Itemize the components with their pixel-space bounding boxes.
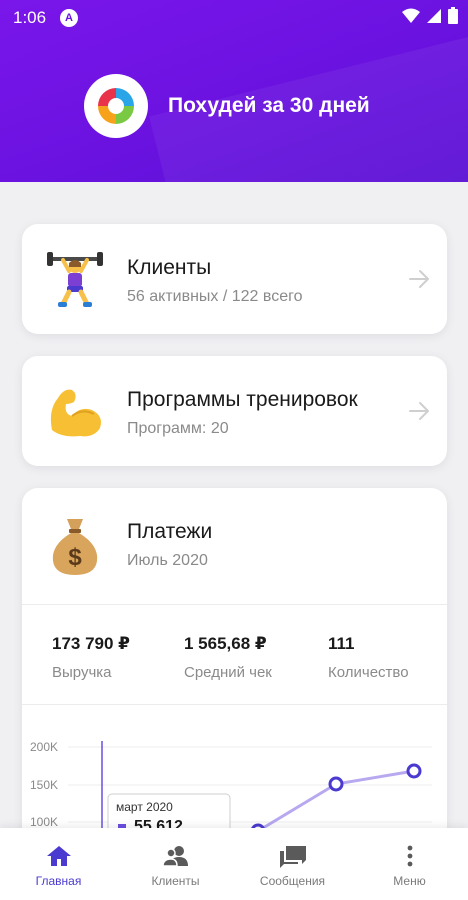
bottom-navigation: Главная Клиенты Сообщения Меню <box>0 828 468 900</box>
divider <box>22 704 447 705</box>
stat-count: 111 Количество <box>328 634 409 681</box>
stat-average-value: 1 565,68 ₽ <box>184 634 267 653</box>
stat-average-check: 1 565,68 ₽ Средний чек <box>184 634 272 681</box>
payments-chart[interactable]: 200K 150K 100K март 2020 55 612 <box>22 706 447 831</box>
programs-subtitle: Программ: 20 <box>127 420 229 437</box>
nav-home[interactable]: Главная <box>0 828 117 900</box>
clients-title: Клиенты <box>127 256 212 279</box>
y-tick-label: 150K <box>30 778 58 792</box>
stat-average-label: Средний чек <box>184 664 272 681</box>
weightlifter-icon <box>44 248 106 310</box>
battery-icon <box>448 7 458 24</box>
clients-icon <box>161 846 188 867</box>
chevron-right-icon[interactable] <box>407 399 431 423</box>
signal-icon <box>427 8 441 23</box>
y-tick-label: 200K <box>30 740 58 754</box>
stat-revenue: 173 790 ₽ Выручка <box>52 634 130 681</box>
brand: Похудей за 30 дней <box>84 74 370 138</box>
status-bar: 1:06 A <box>0 0 468 34</box>
app-logo <box>84 74 148 138</box>
data-point[interactable] <box>328 776 344 792</box>
status-app-icon: A <box>60 9 78 27</box>
programs-card[interactable]: Программы тренировок Программ: 20 <box>22 356 447 466</box>
stat-revenue-label: Выручка <box>52 664 112 681</box>
nav-clients[interactable]: Клиенты <box>117 828 234 900</box>
stat-count-value: 111 <box>328 634 355 653</box>
clients-card[interactable]: Клиенты 56 активных / 122 всего <box>22 224 447 334</box>
divider <box>22 604 447 605</box>
chart-tooltip: март 2020 55 612 <box>107 793 231 831</box>
nav-messages[interactable]: Сообщения <box>234 828 351 900</box>
clients-subtitle: 56 активных / 122 всего <box>127 288 303 305</box>
money-bag-icon: $ <box>44 515 106 577</box>
flexed-biceps-icon <box>44 380 106 442</box>
messages-icon <box>279 846 306 868</box>
stat-count-label: Количество <box>328 664 409 681</box>
chevron-right-icon[interactable] <box>407 267 431 291</box>
wifi-icon <box>402 8 420 23</box>
app-title: Похудей за 30 дней <box>168 94 370 117</box>
nav-messages-label: Сообщения <box>259 874 326 888</box>
data-point[interactable] <box>406 763 422 779</box>
status-time: 1:06 <box>13 8 47 27</box>
payments-title: Платежи <box>127 520 213 543</box>
app-header: 1:06 A Похудей за 30 дней <box>0 0 468 182</box>
home-icon <box>46 846 71 866</box>
payments-subtitle: Июль 2020 <box>127 552 208 569</box>
nav-menu-label: Меню <box>393 874 426 888</box>
logo-swirl-icon <box>98 88 134 124</box>
stat-revenue-value: 173 790 ₽ <box>52 634 131 653</box>
status-icons <box>402 7 458 24</box>
more-icon <box>407 845 412 867</box>
nav-menu[interactable]: Меню <box>351 828 468 900</box>
nav-clients-label: Клиенты <box>151 874 200 888</box>
y-tick-label: 100K <box>30 815 58 829</box>
tooltip-label: март 2020 <box>116 800 173 814</box>
programs-title: Программы тренировок <box>127 388 358 411</box>
svg-text:$: $ <box>68 544 82 571</box>
nav-home-label: Главная <box>35 874 82 888</box>
